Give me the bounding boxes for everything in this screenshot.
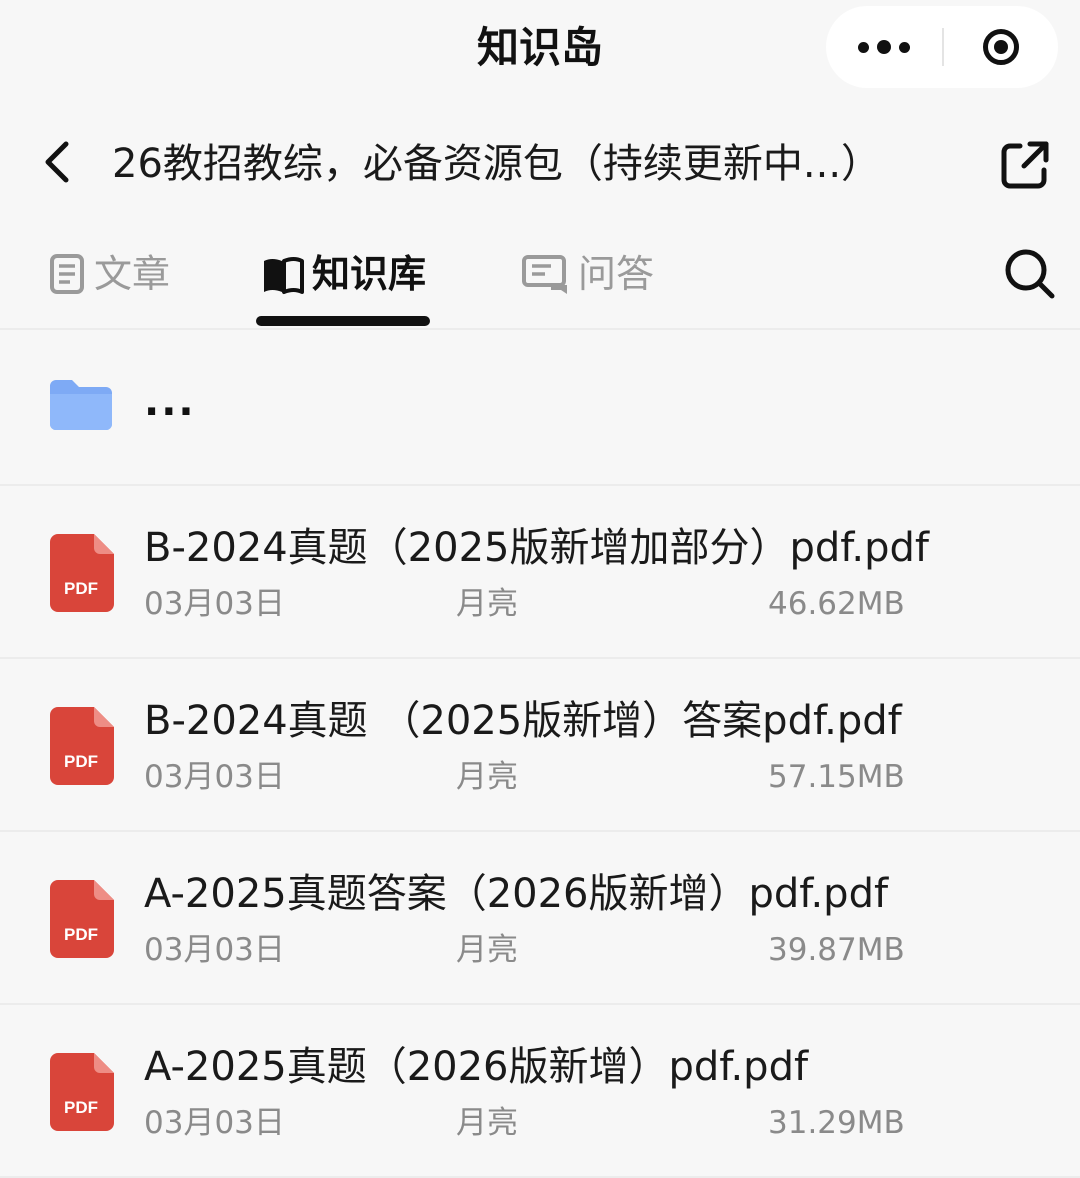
back-button[interactable] <box>30 130 86 194</box>
tab-qa[interactable]: 问答 <box>520 246 654 302</box>
file-name: A-2025真题（2026版新增）pdf.pdf <box>144 1044 809 1090</box>
file-name: A-2025真题答案（2026版新增）pdf.pdf <box>144 871 889 917</box>
tab-knowledge-base-label: 知识库 <box>312 252 427 296</box>
more-dot-icon <box>899 41 910 53</box>
pdf-icon-label: PDF <box>64 752 98 771</box>
file-date: 03月03日 <box>144 586 285 622</box>
share-button[interactable] <box>996 136 1054 194</box>
book-icon <box>264 257 304 294</box>
folder-row[interactable]: ... <box>0 330 1080 486</box>
pdf-icon: PDF <box>50 534 114 612</box>
folder-name: ... <box>144 379 196 425</box>
file-name: B-2024真题（2025版新增加部分）pdf.pdf <box>144 525 929 571</box>
tab-qa-label: 问答 <box>578 252 655 296</box>
file-owner: 月亮 <box>456 932 518 968</box>
tab-knowledge-base[interactable]: 知识库 <box>260 246 426 302</box>
file-name: B-2024真题 （2025版新增）答案pdf.pdf <box>144 698 902 744</box>
active-tab-indicator <box>256 316 430 326</box>
file-date: 03月03日 <box>144 759 285 795</box>
file-list: ... PDF B-2024真题（2025版新增加部分）pdf.pdf 03月0… <box>0 330 1080 1178</box>
file-row[interactable]: PDF B-2024真题 （2025版新增）答案pdf.pdf 03月03日 月… <box>0 659 1080 832</box>
file-owner: 月亮 <box>456 759 518 795</box>
target-icon <box>983 29 1019 65</box>
article-icon <box>50 254 84 294</box>
mini-program-title-bar: 知识岛 <box>0 0 1080 100</box>
pdf-icon-label: PDF <box>64 579 98 598</box>
file-date: 03月03日 <box>144 932 285 968</box>
search-button[interactable] <box>1000 244 1060 304</box>
pdf-icon-label: PDF <box>64 1098 98 1117</box>
file-size: 31.29MB <box>768 1105 905 1141</box>
more-dot-icon <box>877 40 891 54</box>
file-size: 46.62MB <box>768 586 905 622</box>
file-owner: 月亮 <box>456 586 518 622</box>
more-dot-icon <box>858 41 869 53</box>
qa-icon <box>522 255 567 294</box>
pdf-icon: PDF <box>50 1053 114 1131</box>
file-size: 39.87MB <box>768 932 905 968</box>
tab-bar: 文章 知识库 问答 <box>0 230 1080 330</box>
file-date: 03月03日 <box>144 1105 285 1141</box>
file-row[interactable]: PDF A-2025真题（2026版新增）pdf.pdf 03月03日 月亮 3… <box>0 1005 1080 1178</box>
file-row[interactable]: PDF B-2024真题（2025版新增加部分）pdf.pdf 03月03日 月… <box>0 486 1080 659</box>
pdf-icon-label: PDF <box>64 925 98 944</box>
close-mini-program-button[interactable] <box>944 6 1058 88</box>
tab-articles-label: 文章 <box>94 252 171 296</box>
more-options-button[interactable] <box>826 6 942 88</box>
file-row[interactable]: PDF A-2025真题答案（2026版新增）pdf.pdf 03月03日 月亮… <box>0 832 1080 1005</box>
chevron-left-icon <box>45 141 69 183</box>
file-owner: 月亮 <box>456 1105 518 1141</box>
external-link-icon <box>1001 141 1049 189</box>
tab-articles[interactable]: 文章 <box>48 246 170 302</box>
search-icon <box>1005 249 1055 299</box>
capsule-menu <box>826 6 1058 88</box>
folder-icon <box>50 380 112 430</box>
page-title: 26教招教综，必备资源包（持续更新中...） <box>112 141 882 187</box>
file-size: 57.15MB <box>768 759 905 795</box>
pdf-icon: PDF <box>50 880 114 958</box>
pdf-icon: PDF <box>50 707 114 785</box>
page-header: 26教招教综，必备资源包（持续更新中...） <box>0 110 1080 220</box>
